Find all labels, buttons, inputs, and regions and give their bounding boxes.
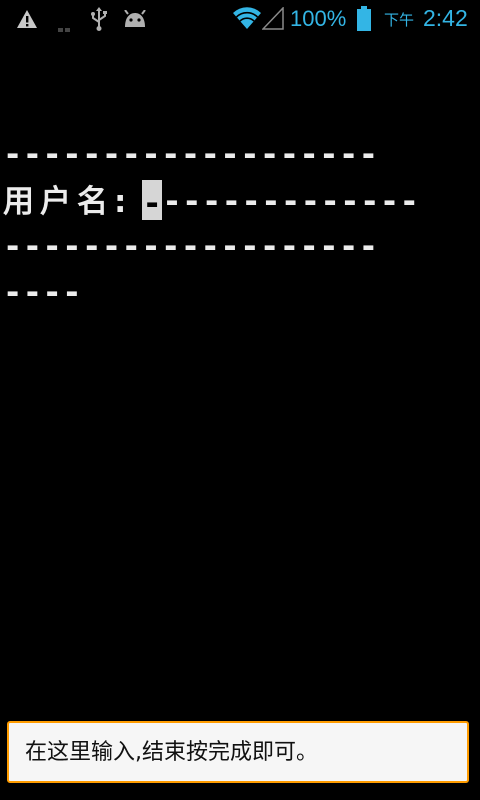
android-debug-icon — [123, 9, 147, 28]
more-notifications-icon — [58, 17, 70, 32]
status-bar: 100% 下午 2:42 — [0, 0, 480, 38]
command-input[interactable] — [9, 723, 467, 781]
divider-line: ------------------- — [3, 135, 379, 173]
battery-icon — [356, 6, 372, 31]
wifi-icon — [232, 6, 262, 30]
usb-icon — [90, 7, 108, 31]
time-period: 下午 — [384, 11, 415, 29]
text-cursor: - — [142, 180, 163, 220]
input-container — [7, 721, 469, 783]
divider-segment: ------------- — [162, 182, 420, 220]
username-prompt-line: 用户名: -------------- — [3, 180, 473, 220]
divider-line-short: ---- — [3, 273, 83, 311]
signal-icon — [261, 6, 284, 30]
warning-icon — [16, 9, 38, 29]
clock-time: 2:42 — [423, 5, 468, 31]
divider-line: ------------------- — [3, 227, 379, 265]
terminal-output: ------------------- 用户名: -------------- -… — [0, 38, 480, 718]
battery-percent: 100% — [290, 6, 347, 31]
username-label: 用户名: — [3, 184, 133, 220]
